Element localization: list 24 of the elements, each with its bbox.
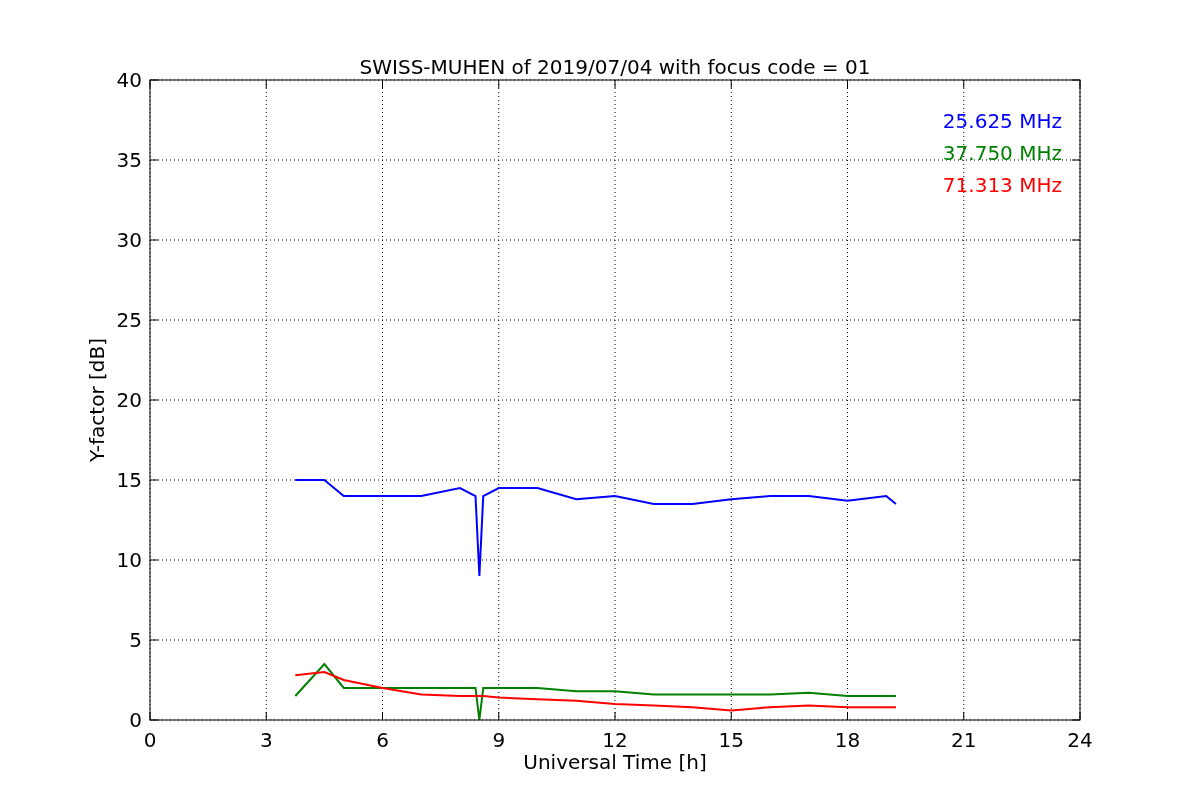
x-tick-label: 15 <box>718 728 744 752</box>
x-tick-label: 6 <box>376 728 389 752</box>
y-tick-label: 35 <box>116 148 142 172</box>
x-tick-label: 18 <box>834 728 861 752</box>
x-axis-label: Universal Time [h] <box>523 750 707 774</box>
y-tick-label: 10 <box>116 548 142 572</box>
y-tick-label: 15 <box>116 468 142 492</box>
x-tick-label: 0 <box>143 728 157 752</box>
x-tick-label: 24 <box>1067 728 1093 752</box>
y-tick-label: 25 <box>116 308 142 332</box>
x-tick-label: 21 <box>951 728 977 752</box>
x-tick-label: 12 <box>602 728 628 752</box>
y-tick-label: 30 <box>116 228 142 252</box>
legend-label: 71.313 MHz <box>942 173 1062 197</box>
x-tick-label: 3 <box>259 728 273 752</box>
y-tick-label: 20 <box>116 388 142 412</box>
y-tick-label: 5 <box>129 628 142 652</box>
y-axis-label: Y-factor [dB] <box>85 338 109 462</box>
y-tick-label: 0 <box>129 708 142 732</box>
legend-label: 37.750 MHz <box>942 141 1062 165</box>
y-tick-label: 40 <box>116 68 142 92</box>
x-tick-label: 9 <box>492 728 506 752</box>
chart-title: SWISS-MUHEN of 2019/07/04 with focus code = 01 <box>359 55 871 79</box>
legend-label: 25.625 MHz <box>942 109 1062 133</box>
